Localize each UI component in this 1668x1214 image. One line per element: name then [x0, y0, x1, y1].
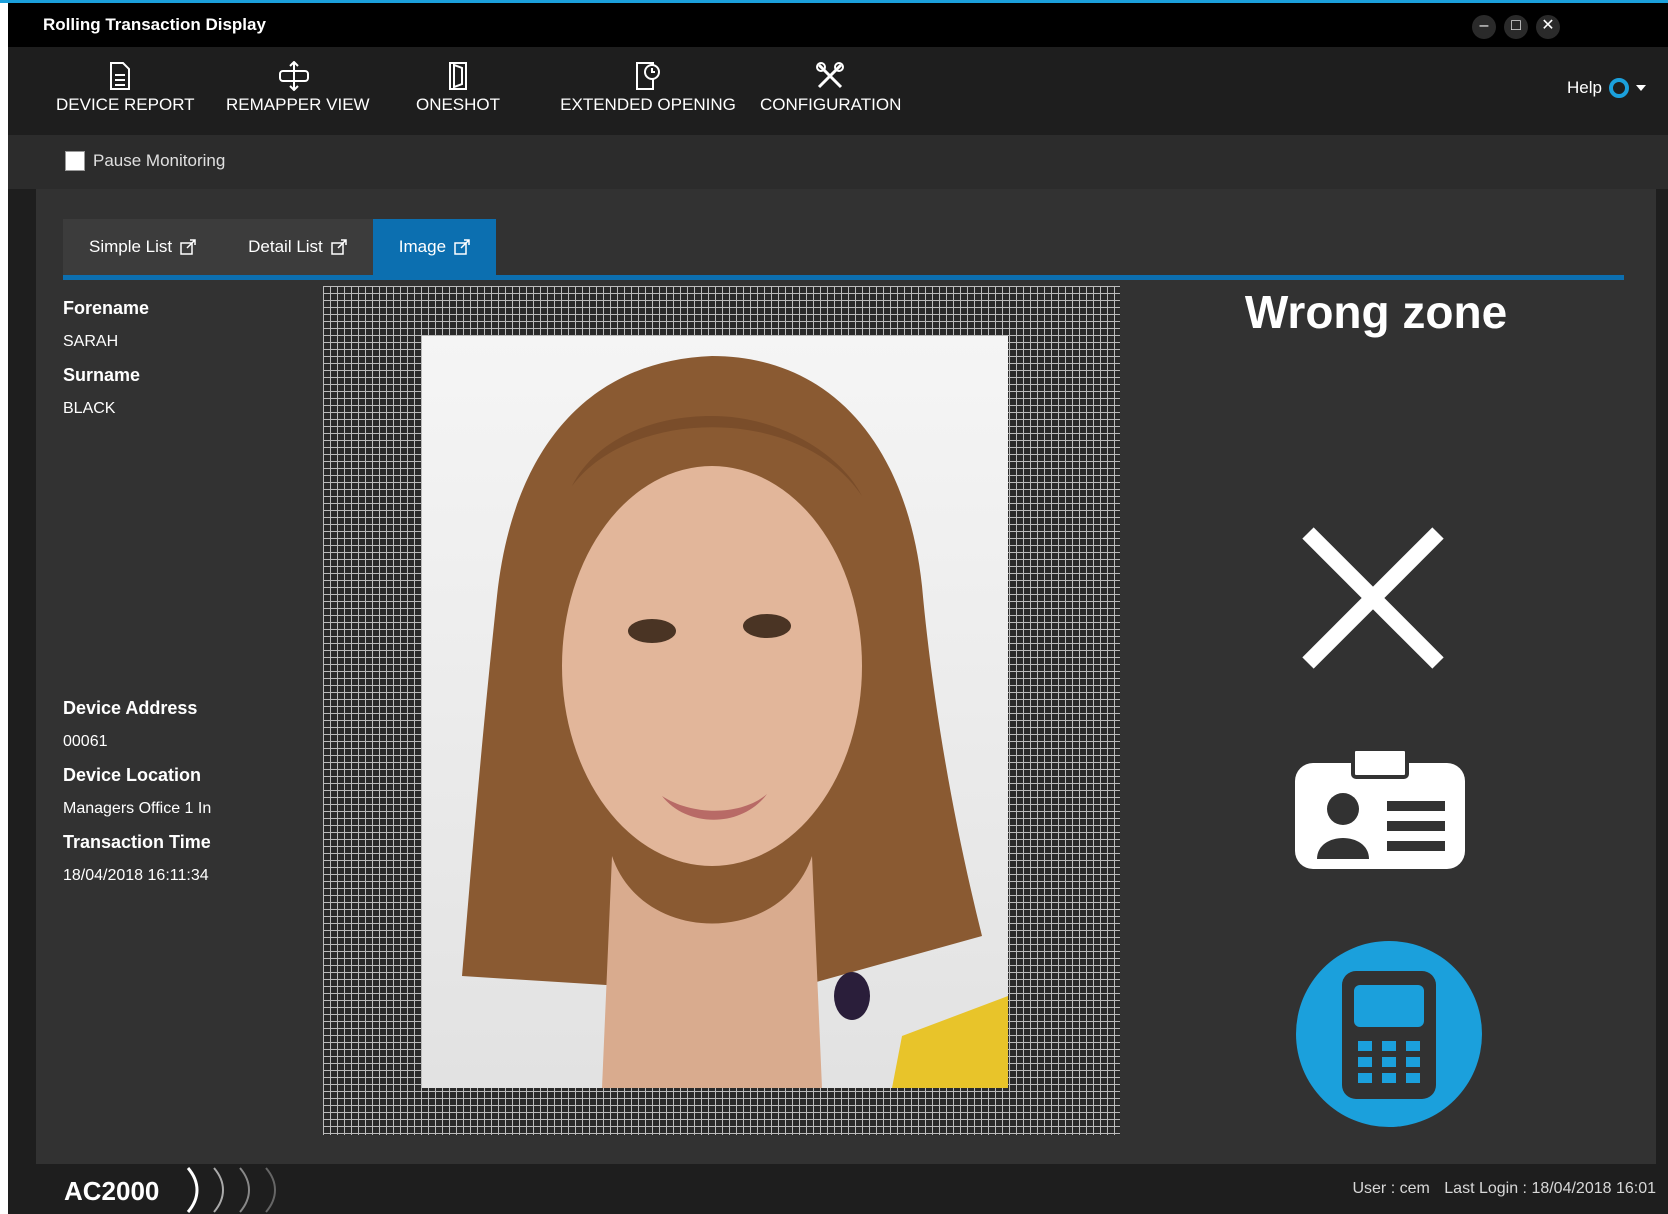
person-details: Forename SARAH Surname BLACK	[63, 298, 149, 432]
current-user: User : cem	[1352, 1180, 1430, 1197]
device-location-label: Device Location	[63, 765, 202, 785]
monitor-bar: Pause Monitoring	[8, 135, 1668, 189]
chevron-down-icon	[1636, 85, 1646, 91]
tab-simple-list-label: Simple List	[89, 237, 173, 256]
minimize-button[interactable]: –	[1472, 15, 1496, 39]
view-tabs: Simple List Detail List Image	[63, 219, 497, 275]
portrait-illustration	[462, 356, 1008, 1088]
login-status: User : cem Last Login : 18/04/2018 16:01	[1342, 1180, 1656, 1198]
toolbar-extended-opening-label: EXTENDED OPENING	[560, 95, 736, 114]
logo-arcs-icon	[186, 1167, 276, 1213]
door-icon	[449, 62, 467, 90]
external-link-icon	[454, 239, 470, 255]
toolbar-configuration-label: CONFIGURATION	[760, 95, 902, 114]
status-message: Wrong zone	[1244, 286, 1508, 338]
pause-monitoring-label: Pause Monitoring	[93, 151, 226, 170]
toolbar-oneshot[interactable]: ONESHOT	[408, 61, 508, 131]
remap-arrows-icon	[279, 61, 309, 91]
cross-icon	[1302, 527, 1444, 669]
tab-simple-list[interactable]: Simple List	[63, 219, 223, 275]
device-details: Device Address 00061 Device Location Man…	[63, 698, 211, 899]
toolbar-configuration[interactable]: CONFIGURATION	[760, 61, 902, 131]
tab-detail-list[interactable]: Detail List	[222, 219, 373, 275]
tab-image[interactable]: Image	[372, 219, 497, 275]
device-address-value: 00061	[63, 733, 108, 750]
id-badge-icon	[1295, 749, 1465, 869]
help-ring-icon	[1609, 78, 1629, 98]
close-button[interactable]: ✕	[1536, 15, 1560, 39]
keypad-icon	[1296, 941, 1482, 1127]
pause-monitoring-checkbox[interactable]: Pause Monitoring	[65, 151, 225, 171]
maximize-button[interactable]: □	[1504, 15, 1528, 39]
transaction-time-label: Transaction Time	[63, 832, 211, 852]
toolbar-remapper-view[interactable]: REMAPPER VIEW	[226, 61, 370, 131]
main-content: Simple List Detail List Image Forename S…	[36, 189, 1656, 1164]
last-login: Last Login : 18/04/2018 16:01	[1444, 1180, 1656, 1197]
ac2000-logo: AC2000	[64, 1176, 160, 1206]
tab-image-label: Image	[398, 237, 447, 256]
forename-label: Forename	[63, 298, 150, 318]
window-title: Rolling Transaction Display	[43, 15, 266, 34]
external-link-icon	[331, 239, 347, 255]
tab-detail-list-label: Detail List	[248, 237, 323, 256]
checkbox-box[interactable]	[65, 151, 85, 171]
door-timer-icon	[636, 62, 660, 90]
help-menu[interactable]: Help	[1567, 77, 1646, 99]
toolbar-remapper-view-label: REMAPPER VIEW	[226, 95, 370, 114]
photo-frame	[323, 286, 1120, 1135]
toolbar: DEVICE REPORT REMAPPER VIEW ONESHOT EXTE…	[8, 47, 1668, 135]
app-window: Rolling Transaction Display – □ ✕ DEVICE…	[8, 3, 1668, 1214]
document-icon	[110, 62, 130, 90]
toolbar-device-report[interactable]: DEVICE REPORT	[56, 61, 195, 131]
toolbar-oneshot-label: ONESHOT	[415, 95, 501, 114]
transaction-time-value: 18/04/2018 16:11:34	[63, 867, 209, 884]
tab-underline	[63, 275, 1624, 280]
surname-value: BLACK	[63, 400, 116, 417]
forename-value: SARAH	[63, 333, 119, 350]
toolbar-extended-opening[interactable]: EXTENDED OPENING	[558, 61, 738, 131]
title-bar: Rolling Transaction Display – □ ✕	[8, 3, 1668, 47]
surname-label: Surname	[63, 365, 141, 385]
cardholder-photo	[422, 336, 1008, 1088]
device-address-label: Device Address	[63, 698, 198, 718]
external-link-icon	[180, 239, 196, 255]
help-label: Help	[1567, 78, 1602, 97]
status-footer: AC2000 User : cem Last Login : 18/04/201…	[8, 1164, 1668, 1214]
toolbar-device-report-label: DEVICE REPORT	[56, 95, 195, 114]
device-location-value: Managers Office 1 In	[63, 800, 212, 817]
tools-icon	[816, 62, 844, 89]
